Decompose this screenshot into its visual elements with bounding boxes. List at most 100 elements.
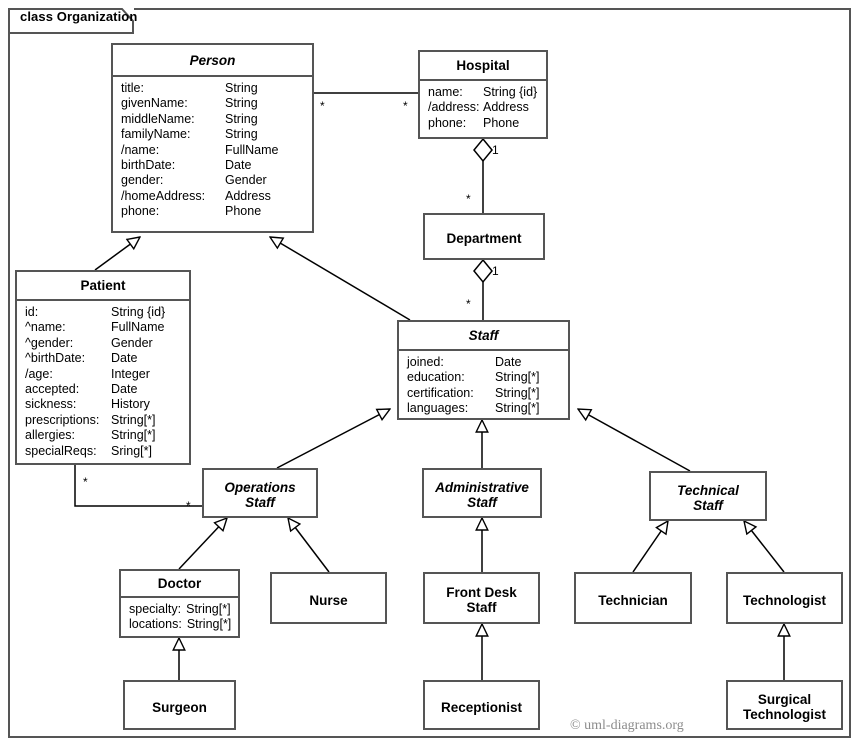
class-box-department[interactable]: Department xyxy=(423,213,545,260)
attribute-type: Date xyxy=(111,382,138,397)
attribute-type: Date xyxy=(495,355,522,369)
class-box-surgical-technologist[interactable]: Surgical Technologist xyxy=(726,680,843,730)
attribute-row: gender: Gender xyxy=(113,173,312,188)
attribute-name: birthDate: xyxy=(121,158,176,173)
multiplicity-person-hospital-near-hospital: * xyxy=(403,99,408,113)
attribute-row: id: String {id} xyxy=(17,305,189,320)
attribute-name: ^name: xyxy=(25,320,66,335)
attribute-type: String xyxy=(225,127,258,142)
attribute-type: String[*] xyxy=(495,370,540,385)
class-box-patient[interactable]: Patient id: String {id} ^name: FullName ^gend… xyxy=(15,270,191,465)
attribute-type: Phone xyxy=(225,204,262,219)
class-box-receptionist[interactable]: Receptionist xyxy=(423,680,540,730)
attribute-type: FullName xyxy=(111,320,165,335)
class-name-nurse: Nurse xyxy=(309,592,348,608)
class-name-department: Department xyxy=(446,231,522,246)
attribute-row: joined: Date xyxy=(399,355,568,370)
class-box-operations-staff[interactable]: Operations Staff xyxy=(202,468,318,518)
attribute-type: String xyxy=(225,111,258,126)
attribute-type: Sring[*] xyxy=(111,443,152,458)
attribute-name: locations: xyxy=(129,617,182,632)
attribute-type: String[*] xyxy=(495,401,540,416)
attribute-row: /name: FullName xyxy=(113,143,312,158)
class-box-technologist[interactable]: Technologist xyxy=(726,572,843,624)
multiplicity-department-staff-one: 1 xyxy=(492,264,499,278)
class-box-administrative-staff[interactable]: Administrative Staff xyxy=(422,468,542,518)
class-name-front-desk-staff: Front Desk Staff xyxy=(446,585,517,615)
attribute-row: ^birthDate: Date xyxy=(17,351,189,366)
class-box-technician[interactable]: Technician xyxy=(574,572,692,624)
attribute-type: String xyxy=(225,81,258,95)
class-name-surgical-technologist: Surgical Technologist xyxy=(743,692,826,722)
attribute-name: title: xyxy=(121,81,144,95)
class-attributes-person: title: String givenName: String middleName: S… xyxy=(113,77,312,224)
class-name-technical-staff: Technical Staff xyxy=(677,483,739,513)
class-box-technical-staff[interactable]: Technical Staff xyxy=(649,471,767,521)
class-name-surgeon: Surgeon xyxy=(152,699,207,715)
attribute-row: locations: String[*] xyxy=(121,617,238,632)
attribute-type: Address xyxy=(483,100,529,115)
attribute-row: ^gender: Gender xyxy=(17,336,189,351)
attribute-row: /age: Integer xyxy=(17,367,189,382)
class-box-person[interactable]: Person title: String givenName: String middle… xyxy=(111,43,314,233)
attribute-name: prescriptions: xyxy=(25,412,100,427)
copyright-notice: © uml-diagrams.org xyxy=(570,718,684,733)
class-name-doctor: Doctor xyxy=(121,571,238,598)
attribute-row: allergies: String[*] xyxy=(17,428,189,443)
class-name-technologist: Technologist xyxy=(743,592,826,608)
attribute-row: languages: String[*] xyxy=(399,401,568,416)
class-box-doctor[interactable]: Doctor specialty: String[*] locations: Strin… xyxy=(119,569,240,638)
attribute-name: gender: xyxy=(121,173,164,188)
attribute-type: FullName xyxy=(225,142,279,157)
attribute-name: allergies: xyxy=(25,428,76,443)
class-name-receptionist: Receptionist xyxy=(440,699,522,715)
attribute-row: certification: String[*] xyxy=(399,386,568,401)
attribute-type: Integer xyxy=(111,366,150,381)
class-box-nurse[interactable]: Nurse xyxy=(270,572,387,624)
class-attributes-doctor: specialty: String[*] locations: String[*] xyxy=(121,598,238,637)
class-name-staff: Staff xyxy=(399,322,568,351)
attribute-name: ^gender: xyxy=(25,335,74,350)
attribute-row: phone: Phone xyxy=(113,204,312,219)
attribute-name: specialReqs: xyxy=(25,443,97,458)
attribute-type: History xyxy=(111,397,150,412)
attribute-name: phone: xyxy=(428,115,467,130)
attribute-type: String[*] xyxy=(111,412,156,427)
attribute-name: /address: xyxy=(428,100,480,115)
attribute-type: Address xyxy=(225,188,271,203)
class-box-front-desk-staff[interactable]: Front Desk Staff xyxy=(423,572,540,624)
attribute-name: specialty: xyxy=(129,602,182,616)
class-name-technician: Technician xyxy=(598,592,668,608)
attribute-type: String[*] xyxy=(111,428,156,443)
attribute-type: String {id} xyxy=(483,85,538,99)
class-box-surgeon[interactable]: Surgeon xyxy=(123,680,236,730)
attribute-row: middleName: String xyxy=(113,112,312,127)
uml-class-diagram: class Organization Person title: String … xyxy=(0,0,860,747)
attribute-name: id: xyxy=(25,305,39,319)
attribute-type: Date xyxy=(225,158,252,173)
attribute-row: name: String {id} xyxy=(420,85,546,100)
class-box-hospital[interactable]: Hospital name: String {id}/address: Address… xyxy=(418,50,548,139)
attribute-row: prescriptions: String[*] xyxy=(17,413,189,428)
class-name-hospital: Hospital xyxy=(420,52,546,81)
class-attributes-staff: joined: Date education: String[*] certificat… xyxy=(399,351,568,421)
class-name-administrative-staff: Administrative Staff xyxy=(435,480,529,510)
class-box-staff[interactable]: Staff joined: Date education: String[*] certi… xyxy=(397,320,570,420)
frame-tab-label: class Organization xyxy=(20,9,138,24)
attribute-row: title: String xyxy=(113,81,312,96)
attribute-name: givenName: xyxy=(121,96,188,111)
attribute-name: familyName: xyxy=(121,127,191,142)
attribute-row: ^name: FullName xyxy=(17,320,189,335)
attribute-row: birthDate: Date xyxy=(113,158,312,173)
attribute-type: String[*] xyxy=(495,385,540,400)
attribute-name: education: xyxy=(407,370,465,385)
attribute-row: specialReqs: Sring[*] xyxy=(17,444,189,459)
attribute-type: String {id} xyxy=(111,305,166,319)
multiplicity-patient-ops-near-ops: * xyxy=(186,499,191,513)
attribute-name: phone: xyxy=(121,204,160,219)
attribute-type: Gender xyxy=(225,173,267,188)
attribute-row: sickness: History xyxy=(17,397,189,412)
attribute-name: sickness: xyxy=(25,397,77,412)
attribute-name: languages: xyxy=(407,401,469,416)
multiplicity-hospital-department-one: 1 xyxy=(492,143,499,157)
